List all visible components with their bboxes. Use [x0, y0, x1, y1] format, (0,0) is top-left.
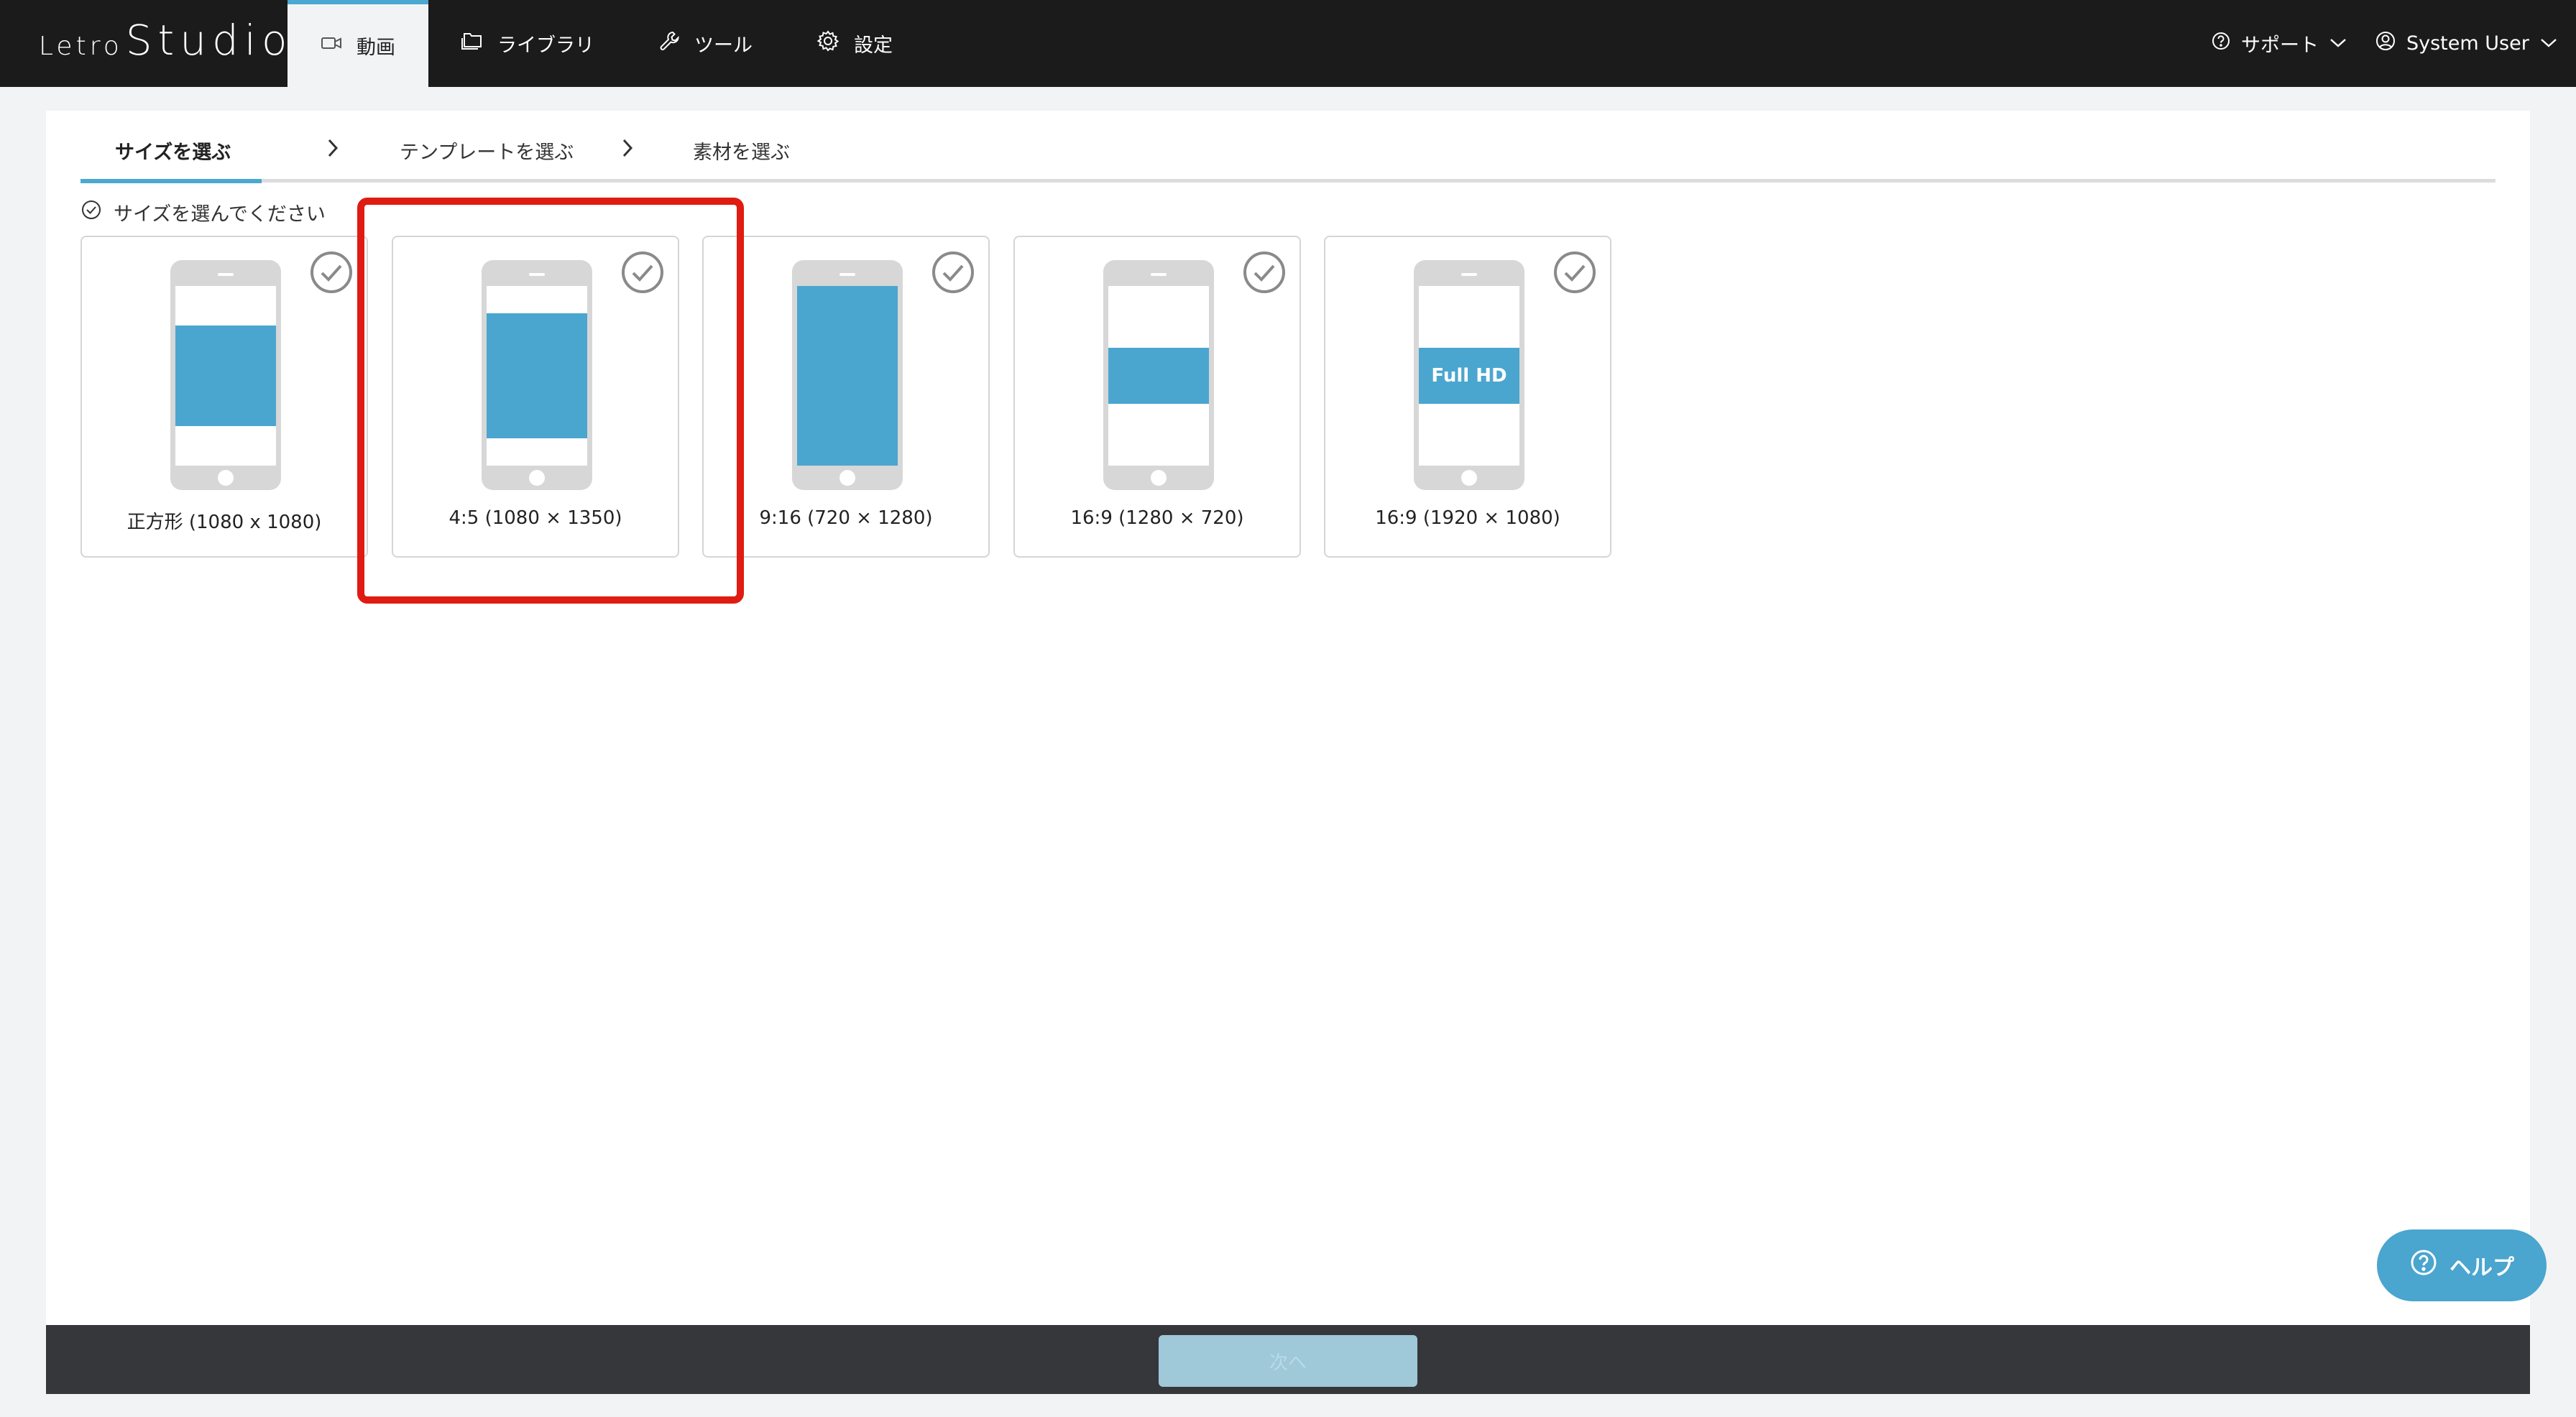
phone-preview [170, 260, 281, 490]
footer-bar: 次へ [46, 1325, 2530, 1394]
tab-settings[interactable]: 設定 [816, 0, 893, 87]
tab-tools[interactable]: ツール [658, 0, 753, 87]
check-circle-icon [80, 199, 102, 226]
help-label: ヘルプ [2450, 1255, 2514, 1280]
check-circle-icon [309, 250, 354, 297]
letro-studio-logo[interactable]: Letro Studio [39, 16, 293, 73]
question-circle-icon [2211, 31, 2231, 56]
tab-library-label: ライブラリ [497, 34, 594, 57]
step-select-size[interactable]: サイズを選ぶ [115, 137, 231, 165]
check-circle-icon [931, 250, 975, 297]
phone-preview: Full HD [1414, 260, 1524, 490]
logo-letro: Letro [39, 32, 123, 61]
phone-preview [482, 260, 592, 490]
full-hd-badge: Full HD [1419, 348, 1519, 404]
size-option-square[interactable]: 正方形 (1080 x 1080) [80, 236, 368, 558]
chevron-down-icon [2539, 32, 2558, 55]
media-area [797, 286, 898, 466]
user-circle-icon [2375, 30, 2396, 57]
size-label: 正方形 (1080 x 1080) [126, 512, 322, 533]
tab-settings-label: 設定 [854, 34, 893, 57]
instruction-text: サイズを選んでください [114, 203, 326, 226]
video-camera-icon [321, 34, 342, 57]
user-name: System User [2406, 32, 2529, 55]
media-area [1108, 348, 1209, 404]
logo-studio: Studio [125, 16, 293, 65]
question-circle-icon [2409, 1248, 2438, 1283]
check-circle-icon [620, 250, 665, 297]
size-label: 16:9 (1280 × 720) [1070, 507, 1244, 529]
help-button[interactable]: ヘルプ [2377, 1229, 2547, 1301]
chevron-down-icon [2329, 32, 2347, 55]
step-select-template[interactable]: テンプレートを選ぶ [400, 137, 574, 165]
media-area [175, 326, 276, 426]
size-option-9-16[interactable]: 9:16 (720 × 1280) [702, 236, 990, 558]
chevron-right-icon [621, 138, 634, 161]
check-circle-icon [1242, 250, 1287, 297]
tab-library[interactable]: ライブラリ [460, 0, 594, 87]
tab-video-label: 動画 [356, 37, 395, 59]
support-label: サポート [2241, 34, 2319, 57]
step-select-materials[interactable]: 素材を選ぶ [693, 137, 790, 165]
next-button[interactable]: 次へ [1159, 1335, 1417, 1387]
main-panel: サイズを選ぶ テンプレートを選ぶ 素材を選ぶ サイズを選んでください 正方形 (… [46, 111, 2530, 1325]
user-menu[interactable]: System User [2375, 0, 2558, 87]
tab-tools-label: ツール [694, 34, 753, 57]
wizard-steps: サイズを選ぶ テンプレートを選ぶ 素材を選ぶ [80, 111, 2496, 183]
size-option-4-5[interactable]: 4:5 (1080 × 1350) [392, 236, 679, 558]
media-area [487, 313, 587, 438]
size-option-16-9-full-hd[interactable]: Full HD 16:9 (1920 × 1080) [1324, 236, 1611, 558]
support-menu[interactable]: サポート [2211, 0, 2347, 87]
size-label: 16:9 (1920 × 1080) [1375, 507, 1560, 529]
size-option-16-9[interactable]: 16:9 (1280 × 720) [1013, 236, 1301, 558]
active-step-indicator [80, 179, 262, 183]
check-circle-icon [1552, 250, 1597, 297]
folder-icon [460, 32, 483, 55]
size-label: 4:5 (1080 × 1350) [448, 507, 622, 529]
phone-preview [792, 260, 903, 490]
size-label: 9:16 (720 × 1280) [759, 507, 933, 529]
chevron-right-icon [326, 138, 339, 161]
top-navigation-bar: Letro Studio 動画 ライブラリ ツール 設定 サポート System… [0, 0, 2576, 87]
wrench-icon [658, 30, 680, 57]
tab-video[interactable]: 動画 [288, 0, 428, 87]
instruction: サイズを選んでください [80, 198, 326, 226]
phone-preview [1103, 260, 1214, 490]
gear-icon [816, 29, 840, 57]
